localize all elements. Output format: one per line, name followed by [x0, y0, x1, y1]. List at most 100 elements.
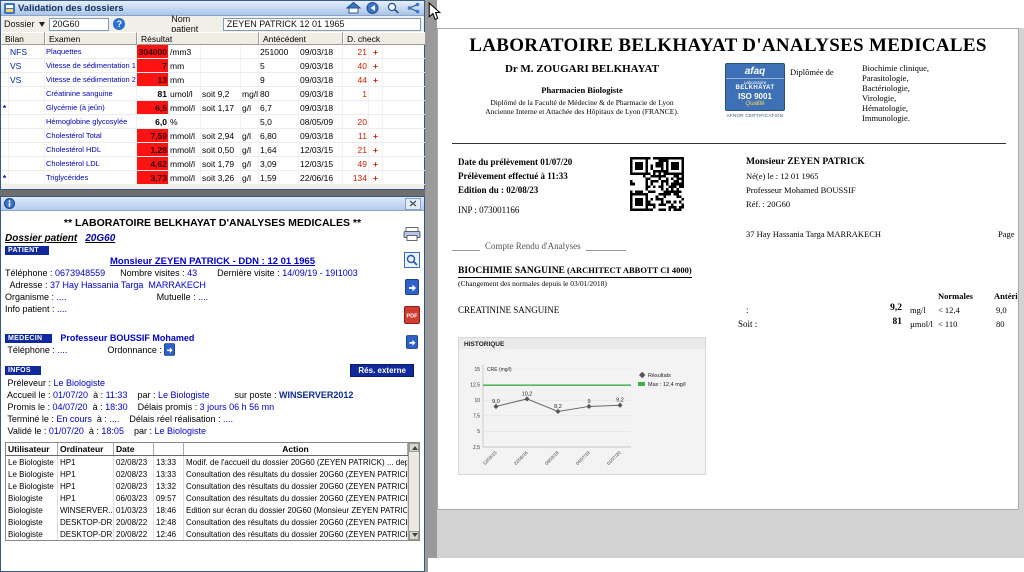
field-segment: par : [124, 426, 155, 436]
res-externe-button[interactable]: Rés. externe [350, 364, 414, 377]
history-row[interactable]: Le Biologiste HP1 02/08/23 13:33 Consult… [6, 468, 408, 480]
send-icon[interactable] [406, 335, 418, 349]
examen-cell[interactable]: Vitesse de sédimentation 1ière h [45, 59, 137, 73]
history-row[interactable]: Biologiste DESKTOP-DR 20/08/22 12:46 Con… [6, 528, 408, 540]
result-value-cell[interactable]: 7,59 [137, 129, 169, 143]
antecedent-date-cell: 22/06/16 [299, 171, 343, 185]
history-header-date[interactable]: Date [114, 443, 154, 455]
history-row[interactable]: Biologiste WINSERVER... 01/03/23 18:46 E… [6, 504, 408, 516]
historique-chart-svg: 1512,5107,552,5CRE (mg/l)9,012/03/1510,2… [459, 349, 705, 469]
header-dcheck[interactable]: D. check [343, 32, 426, 45]
field-segment: 0673948559 [55, 268, 105, 278]
result-row[interactable]: * Triglycérides 3,73 mmol/l soit 3,26 g/… [1, 171, 424, 185]
specialty-item: Virologie, [862, 93, 929, 103]
result-row[interactable]: NFS Plaquettes 304000 /mm3 251000 09/03/… [1, 45, 424, 59]
header-antecedent[interactable]: Antécédent [259, 32, 343, 45]
result-value-cell[interactable]: 6,5 [137, 101, 169, 115]
result-row[interactable]: Cholestérol LDL 4,62 mmol/l soit 1,79 g/… [1, 157, 424, 171]
result-value-cell[interactable]: 1,28 [137, 143, 169, 157]
history-header-action[interactable]: Action [184, 443, 408, 455]
delta-percent-cell: 134 [343, 171, 369, 185]
help-icon[interactable]: ? [113, 18, 125, 30]
field-segment: 37 Hay Hassania Targa MARRAKECH [50, 280, 206, 290]
inp-number: INP : 073001166 [458, 205, 519, 215]
scroll-up-icon[interactable] [409, 443, 419, 452]
sample-info-block: Date du prélèvement 01/07/20 Prélèvement… [458, 155, 572, 197]
header-bilan[interactable]: Bilan [1, 32, 45, 45]
history-pc-cell: HP1 [58, 492, 114, 504]
infos-band: INFOS [5, 366, 41, 375]
antecedent-cell: 6,7 [259, 101, 299, 115]
qr-code [630, 157, 684, 211]
result-value-cell[interactable]: 3,73 [137, 171, 169, 185]
prelevement-time: Prélèvement effectué à 11:33 [458, 169, 572, 183]
home-icon[interactable] [346, 2, 361, 14]
header-examen[interactable]: Examen [45, 32, 137, 45]
medecin-name: Professeur BOUSSIF Mohamed [60, 333, 194, 343]
back-icon[interactable] [366, 2, 381, 14]
field-segment: Le Biologiste [154, 426, 206, 436]
delta-sign-cell [369, 101, 383, 115]
result-row[interactable]: Cholestérol HDL 1,28 mmol/l soit 0,50 g/… [1, 143, 424, 157]
field-segment: Ordonnance : [67, 345, 164, 355]
history-header-time[interactable] [154, 443, 184, 455]
history-header-pc[interactable]: Ordinateur [58, 443, 114, 455]
antecedent-cell: 1,59 [259, 171, 299, 185]
ordonnance-icon[interactable] [164, 343, 175, 356]
unit-cell: mm [169, 73, 201, 87]
filler-cell [383, 73, 426, 87]
result-row[interactable]: VS Vitesse de sédimentation 2eme h 13 mm… [1, 73, 424, 87]
dossier-form-row: Dossier 20G60 ? Nom patient ZEYEN PATRIC… [1, 16, 424, 32]
validation-window: Validation des dossiers Dossier 20G60 ? … [0, 0, 425, 190]
delta-sign-cell: + [369, 59, 383, 73]
delta-sign-cell: + [369, 73, 383, 87]
history-header-user[interactable]: Utilisateur [6, 443, 58, 455]
history-user-cell: Le Biologiste [6, 468, 58, 480]
examen-cell[interactable]: Vitesse de sédimentation 2eme h [45, 73, 137, 87]
result-row[interactable]: Créatinine sanguine 81 umol/l soit 9,2 m… [1, 87, 424, 101]
print-icon[interactable] [403, 227, 421, 241]
dossier-input[interactable]: 20G60 [49, 18, 110, 31]
result-value-cell[interactable]: 6,0 [137, 115, 169, 129]
history-row[interactable]: Le Biologiste HP1 02/08/23 13:32 Consult… [6, 480, 408, 492]
bilan-cell: NFS [9, 45, 45, 59]
examen-cell[interactable]: Glycémie (à jeûn) [45, 101, 137, 115]
dossier-titlebar[interactable] [1, 197, 424, 211]
rule-left [452, 241, 480, 251]
examen-cell[interactable]: Cholestérol LDL [45, 157, 137, 171]
result-value-cell[interactable]: 13 [137, 73, 169, 87]
header-resultat[interactable]: Résultat [137, 32, 259, 45]
nom-patient-input[interactable]: ZEYEN PATRICK 12 01 1965 [223, 18, 421, 31]
dossier-dropdown-icon[interactable] [39, 22, 45, 27]
result-value-cell[interactable]: 4,62 [137, 157, 169, 171]
history-row[interactable]: Le Biologiste HP1 02/08/23 13:33 Modif. … [6, 456, 408, 468]
preview-zoom-icon[interactable] [404, 252, 420, 268]
export-icon[interactable] [405, 279, 419, 295]
antecedent-cell: 6,80 [259, 129, 299, 143]
result-value-cell[interactable]: 7 [137, 59, 169, 73]
share-icon[interactable] [406, 2, 421, 14]
patient-address-line: Adresse : 37 Hay Hassania Targa MARRAKEC… [5, 279, 420, 291]
history-date-cell: 01/03/23 [114, 504, 154, 516]
scroll-down-icon[interactable] [409, 531, 419, 540]
examen-cell[interactable]: Cholestérol HDL [45, 143, 137, 157]
result-value-cell[interactable]: 81 [137, 87, 169, 101]
examen-cell[interactable]: Plaquettes [45, 45, 137, 59]
history-row[interactable]: Biologiste HP1 06/03/23 09:57 Consultati… [6, 492, 408, 504]
zoom-icon[interactable] [386, 2, 401, 14]
examen-cell[interactable]: Créatinine sanguine [45, 87, 137, 101]
close-button[interactable] [405, 198, 421, 210]
pdf-icon[interactable]: PDF [404, 306, 420, 324]
result-row[interactable]: VS Vitesse de sédimentation 1ière h 7 mm… [1, 59, 424, 73]
history-scrollbar[interactable] [408, 443, 419, 540]
bilan-cell [9, 143, 45, 157]
examen-cell[interactable]: Cholestérol Total [45, 129, 137, 143]
result-row[interactable]: * Glycémie (à jeûn) 6,5 mmol/l soit 1,17… [1, 101, 424, 115]
result-row[interactable]: Cholestérol Total 7,59 mmol/l soit 2,94 … [1, 129, 424, 143]
examen-cell[interactable]: Triglycérides [45, 171, 137, 185]
result-row[interactable]: Hémoglobine glycosylée 6,0 % 5,0 08/05/0… [1, 115, 424, 129]
result-value-cell[interactable]: 304000 [137, 45, 169, 59]
examen-cell[interactable]: Hémoglobine glycosylée [45, 115, 137, 129]
svg-text:2,5: 2,5 [473, 445, 480, 451]
history-row[interactable]: Biologiste DESKTOP-DR 20/08/22 12:48 Con… [6, 516, 408, 528]
